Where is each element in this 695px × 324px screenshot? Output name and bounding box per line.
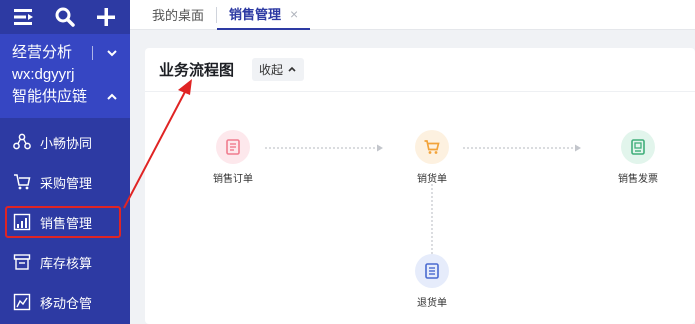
collaboration-icon bbox=[12, 132, 32, 152]
sales-order-icon bbox=[216, 130, 250, 164]
add-icon[interactable] bbox=[92, 3, 120, 31]
flow-node-return[interactable]: 退货单 bbox=[397, 254, 467, 309]
sidebar-item-inventory[interactable]: 库存核算 bbox=[0, 242, 130, 282]
flow-node-label: 销货单 bbox=[417, 174, 447, 185]
mobile-warehouse-icon bbox=[12, 292, 32, 312]
arrowhead bbox=[575, 144, 581, 152]
collapse-label: 收起 bbox=[259, 63, 284, 77]
highlight-box bbox=[5, 206, 121, 238]
flow-node-sales-invoice[interactable]: 销售发票 bbox=[603, 130, 673, 185]
chevron-up-icon bbox=[287, 63, 297, 77]
module-switcher: 经营分析 wx:dgyyrj 智能供应链 bbox=[0, 34, 130, 118]
flow-node-delivery[interactable]: 销货单 bbox=[397, 130, 467, 185]
card-title: 业务流程图 bbox=[159, 62, 235, 79]
tab-label: 我的桌面 bbox=[152, 8, 205, 23]
delivery-cart-icon bbox=[415, 130, 449, 164]
sidebar-item-mobile-warehouse[interactable]: 移动仓管 bbox=[0, 282, 130, 322]
tab-label: 销售管理 bbox=[229, 7, 282, 22]
close-icon[interactable]: × bbox=[290, 6, 298, 22]
sidebar-toolbar bbox=[0, 0, 130, 34]
module-note: wx:dgyyrj bbox=[12, 66, 75, 83]
sidebar-item-label: 小畅协同 bbox=[40, 135, 93, 151]
arrowhead bbox=[377, 144, 383, 152]
search-icon[interactable] bbox=[51, 3, 79, 31]
menu-toggle-icon[interactable] bbox=[10, 3, 38, 31]
tab-desktop[interactable]: 我的桌面 bbox=[130, 0, 216, 30]
collapse-button[interactable]: 收起 bbox=[252, 58, 305, 81]
sidebar-item-purchase[interactable]: 采购管理 bbox=[0, 162, 130, 202]
sidebar-item-sales[interactable]: 销售管理 bbox=[0, 202, 130, 242]
chevron-down-icon[interactable] bbox=[106, 46, 118, 64]
flow-node-label: 退货单 bbox=[417, 298, 447, 309]
sidebar: 经营分析 wx:dgyyrj 智能供应链 小畅协同 采购管理 销售管理 库存核算… bbox=[0, 0, 130, 324]
sidebar-item-label: 采购管理 bbox=[40, 175, 93, 191]
sidebar-item-collab[interactable]: 小畅协同 bbox=[0, 122, 130, 162]
card-header: 业务流程图 收起 bbox=[145, 48, 695, 92]
flow-node-sales-order[interactable]: 销售订单 bbox=[198, 130, 268, 185]
warehouse-icon bbox=[12, 252, 32, 272]
flow-diagram: 销售订单 销货单 销售发票 退货单 bbox=[145, 92, 695, 324]
invoice-icon bbox=[621, 130, 655, 164]
tab-bar: 我的桌面 销售管理 × bbox=[130, 0, 695, 30]
chevron-up-icon[interactable] bbox=[106, 90, 118, 108]
sidebar-item-label: 库存核算 bbox=[40, 255, 93, 271]
sidebar-menu: 小畅协同 采购管理 销售管理 库存核算 移动仓管 bbox=[0, 122, 130, 322]
flow-node-label: 销售订单 bbox=[213, 174, 253, 185]
tab-sales-management[interactable]: 销售管理 × bbox=[217, 0, 311, 30]
divider bbox=[92, 46, 93, 60]
cart-icon bbox=[12, 172, 32, 192]
sidebar-item-label: 移动仓管 bbox=[40, 295, 93, 311]
return-icon bbox=[415, 254, 449, 288]
flow-node-label: 销售发票 bbox=[618, 174, 658, 185]
business-flow-card: 业务流程图 收起 销售订单 销货单 销售发票 退货单 bbox=[145, 48, 695, 324]
